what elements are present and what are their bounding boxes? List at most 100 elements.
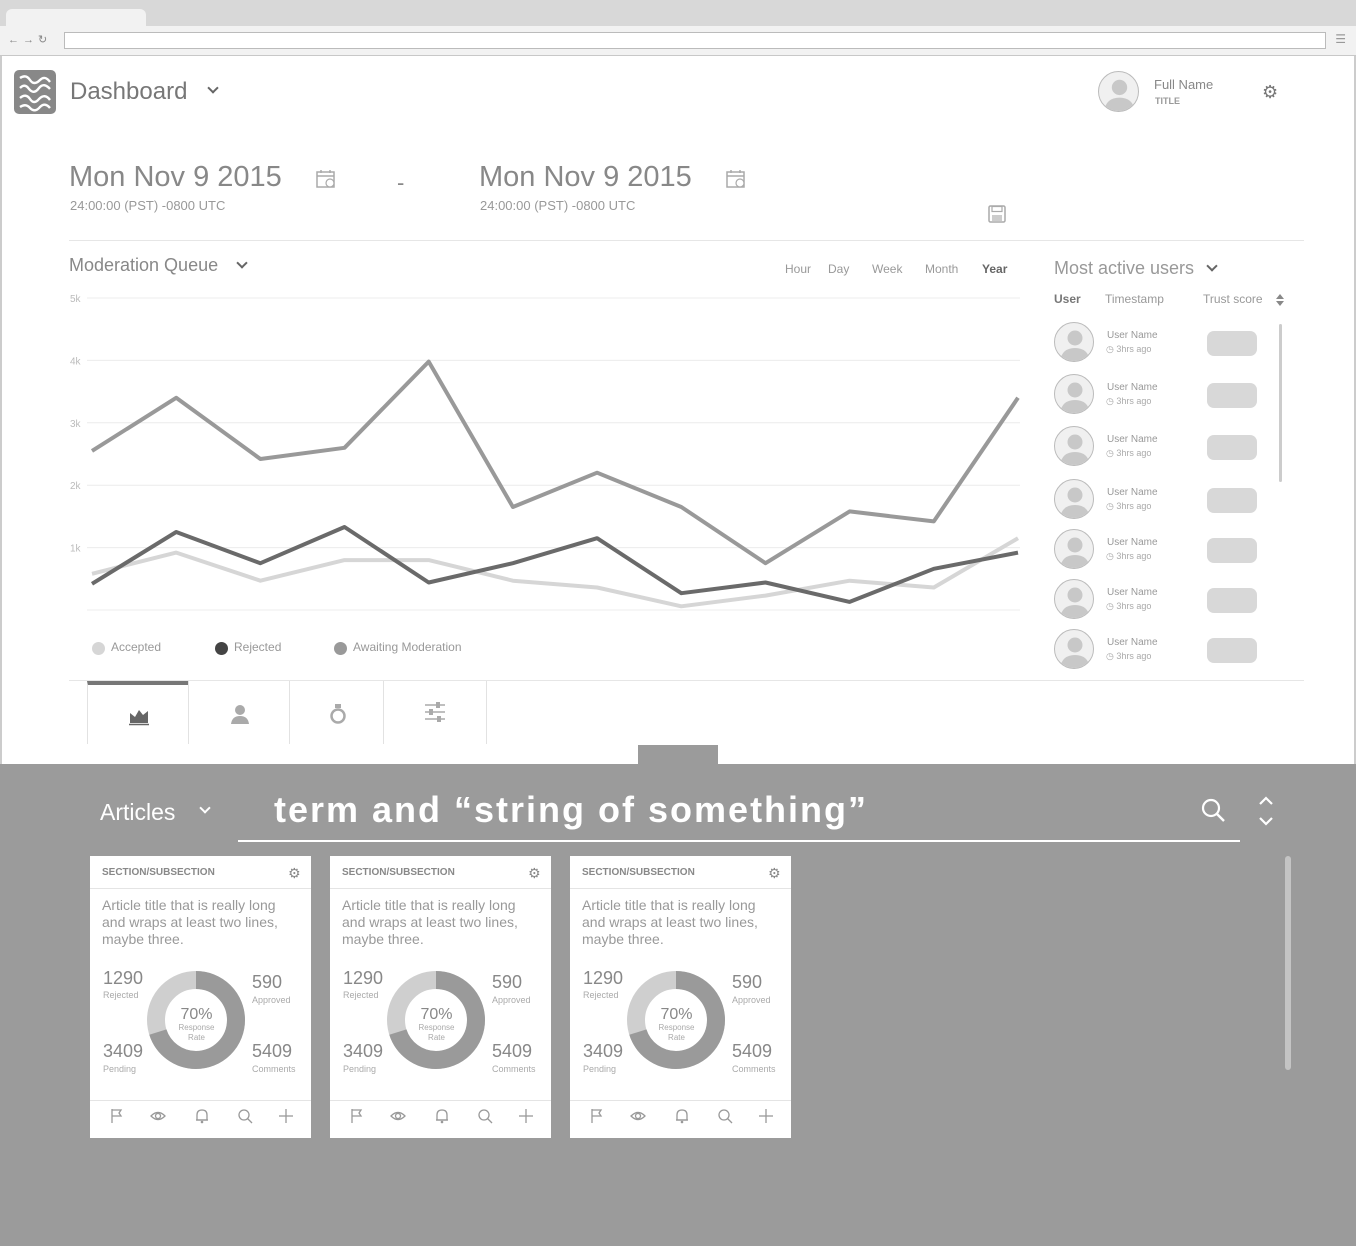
- start-date[interactable]: Mon Nov 9 2015: [69, 161, 282, 194]
- trust-score-pill[interactable]: [1207, 488, 1257, 513]
- user-row-name[interactable]: User Name: [1107, 587, 1158, 598]
- search-input[interactable]: term and “string of something”: [274, 789, 868, 831]
- user-full-name: Full Name: [1154, 77, 1214, 92]
- article-card[interactable]: SECTION/SUBSECTION ⚙ Article title that is…: [90, 856, 311, 1138]
- user-row[interactable]: User Name ◷ 3hrs ago: [1054, 322, 1264, 364]
- user-row[interactable]: User Name ◷ 3hrs ago: [1054, 374, 1264, 416]
- stat-rejected-value: 1290: [103, 968, 144, 988]
- settings-gear-icon[interactable]: ⚙: [1262, 82, 1278, 103]
- sort-icon[interactable]: [1275, 293, 1285, 307]
- eye-icon[interactable]: [630, 1108, 646, 1124]
- avatar[interactable]: [1054, 374, 1094, 414]
- card-title[interactable]: Article title that is really long and wr…: [582, 897, 782, 948]
- browser-menu-icon[interactable]: ☰: [1335, 32, 1346, 46]
- tab-chart[interactable]: [87, 681, 188, 744]
- series-line-accepted[interactable]: [91, 536, 1020, 609]
- flag-icon[interactable]: [589, 1108, 605, 1124]
- user-row-name[interactable]: User Name: [1107, 537, 1158, 548]
- avatar[interactable]: [1054, 579, 1094, 619]
- flag-icon[interactable]: [349, 1108, 365, 1124]
- stat-approved-value: 590: [492, 972, 523, 992]
- search-icon[interactable]: [717, 1108, 733, 1124]
- eye-icon[interactable]: [150, 1108, 166, 1124]
- add-icon[interactable]: [758, 1108, 774, 1124]
- flag-icon[interactable]: [109, 1108, 125, 1124]
- avatar[interactable]: [1054, 629, 1094, 669]
- col-header-user[interactable]: User: [1054, 292, 1081, 306]
- start-calendar-icon[interactable]: [316, 169, 336, 189]
- trust-score-pill[interactable]: [1207, 331, 1257, 356]
- search-icon[interactable]: [1200, 797, 1226, 823]
- save-icon[interactable]: [988, 205, 1006, 223]
- trust-score-pill[interactable]: [1207, 538, 1257, 563]
- user-row-name[interactable]: User Name: [1107, 434, 1158, 445]
- user-row-name[interactable]: User Name: [1107, 382, 1158, 393]
- search-icon[interactable]: [477, 1108, 493, 1124]
- browser-tab[interactable]: [6, 9, 146, 27]
- article-card[interactable]: SECTION/SUBSECTION ⚙ Article title that is…: [570, 856, 791, 1138]
- range-tab-day[interactable]: Day: [828, 262, 849, 276]
- tab-users[interactable]: [188, 681, 289, 744]
- user-row[interactable]: User Name ◷ 3hrs ago: [1054, 479, 1264, 521]
- expand-collapse-icon[interactable]: [1256, 795, 1276, 827]
- legend-awaiting[interactable]: Awaiting Moderation: [353, 640, 462, 654]
- page-title[interactable]: Dashboard: [70, 78, 187, 106]
- article-card[interactable]: SECTION/SUBSECTION ⚙ Article title that is…: [330, 856, 551, 1138]
- card-section[interactable]: SECTION/SUBSECTION: [102, 867, 215, 878]
- user-list-scrollbar[interactable]: [1279, 324, 1282, 482]
- user-row-name[interactable]: User Name: [1107, 487, 1158, 498]
- articles-dropdown[interactable]: Articles: [100, 799, 175, 826]
- bell-icon[interactable]: [434, 1108, 450, 1124]
- most-active-users-title[interactable]: Most active users: [1054, 258, 1194, 279]
- add-icon[interactable]: [518, 1108, 534, 1124]
- user-row-name[interactable]: User Name: [1107, 637, 1158, 648]
- trust-score-pill[interactable]: [1207, 435, 1257, 460]
- range-tab-hour[interactable]: Hour: [785, 262, 811, 276]
- user-avatar[interactable]: [1098, 71, 1139, 112]
- panel-drag-handle[interactable]: [638, 745, 718, 765]
- search-icon[interactable]: [237, 1108, 253, 1124]
- end-date[interactable]: Mon Nov 9 2015: [479, 161, 692, 194]
- avatar[interactable]: [1054, 322, 1094, 362]
- response-rate-percent: 70%: [180, 1006, 213, 1023]
- user-row[interactable]: User Name ◷ 3hrs ago: [1054, 426, 1264, 468]
- tab-lab[interactable]: [289, 681, 383, 744]
- card-section[interactable]: SECTION/SUBSECTION: [342, 867, 455, 878]
- tab-settings[interactable]: [383, 681, 487, 744]
- card-title[interactable]: Article title that is really long and wr…: [342, 897, 542, 948]
- user-row[interactable]: User Name ◷ 3hrs ago: [1054, 529, 1264, 571]
- address-bar[interactable]: [64, 32, 1326, 49]
- card-gear-icon[interactable]: ⚙: [768, 865, 781, 882]
- eye-icon[interactable]: [390, 1108, 406, 1124]
- legend-rejected[interactable]: Rejected: [234, 640, 281, 654]
- add-icon[interactable]: [278, 1108, 294, 1124]
- trust-score-pill[interactable]: [1207, 383, 1257, 408]
- trust-score-pill[interactable]: [1207, 638, 1257, 663]
- avatar[interactable]: [1054, 479, 1094, 519]
- avatar[interactable]: [1054, 426, 1094, 466]
- user-row-name[interactable]: User Name: [1107, 330, 1158, 341]
- card-section[interactable]: SECTION/SUBSECTION: [582, 867, 695, 878]
- browser-nav-buttons[interactable]: ←→↻: [8, 33, 51, 46]
- range-tab-month[interactable]: Month: [925, 262, 958, 276]
- range-tab-week[interactable]: Week: [872, 262, 902, 276]
- col-header-timestamp[interactable]: Timestamp: [1105, 292, 1164, 306]
- card-title[interactable]: Article title that is really long and wr…: [102, 897, 302, 948]
- user-row[interactable]: User Name ◷ 3hrs ago: [1054, 629, 1264, 671]
- card-gear-icon[interactable]: ⚙: [288, 865, 301, 882]
- bell-icon[interactable]: [194, 1108, 210, 1124]
- col-header-trust-score[interactable]: Trust score: [1203, 292, 1263, 306]
- articles-scrollbar[interactable]: [1285, 856, 1291, 1070]
- moderation-queue-title[interactable]: Moderation Queue: [69, 255, 218, 276]
- series-line-awaiting-moderation[interactable]: [90, 359, 1020, 566]
- bell-icon[interactable]: [674, 1108, 690, 1124]
- user-row[interactable]: User Name ◷ 3hrs ago: [1054, 579, 1264, 621]
- avatar[interactable]: [1054, 529, 1094, 569]
- legend-accepted[interactable]: Accepted: [111, 640, 161, 654]
- trust-score-pill[interactable]: [1207, 588, 1257, 613]
- range-tab-year[interactable]: Year: [982, 262, 1007, 276]
- stat-approved-value: 590: [252, 972, 283, 992]
- series-line-rejected[interactable]: [90, 525, 1019, 604]
- end-calendar-icon[interactable]: [726, 169, 746, 189]
- card-gear-icon[interactable]: ⚙: [528, 865, 541, 882]
